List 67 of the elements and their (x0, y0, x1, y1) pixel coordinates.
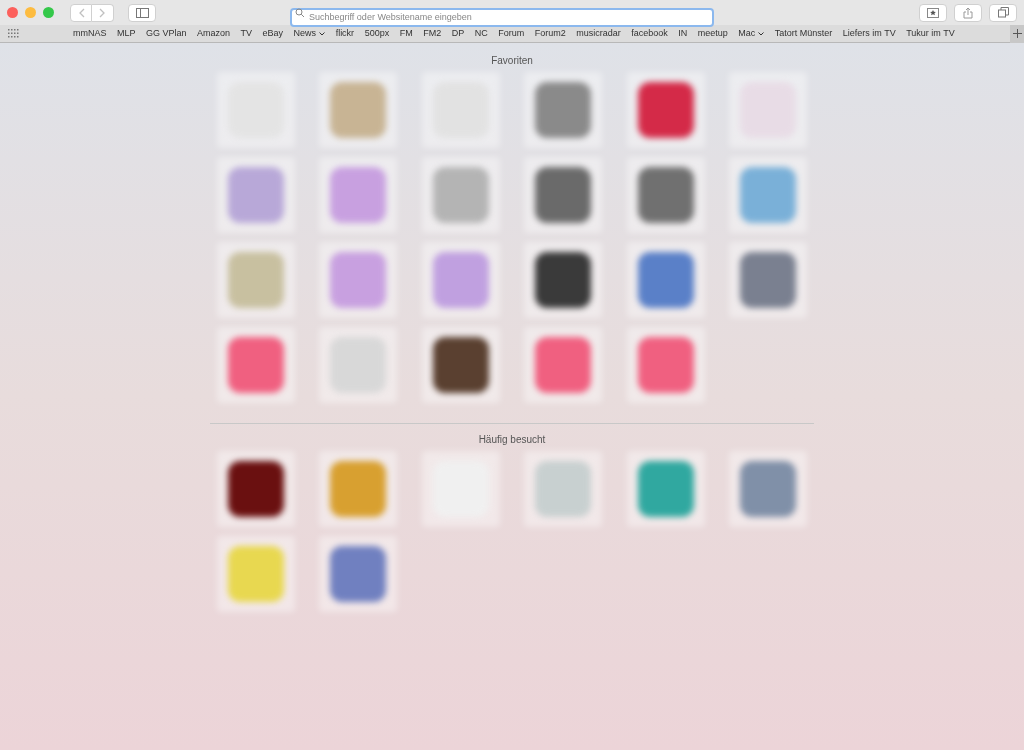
bookmark-folder[interactable]: News (293, 26, 326, 41)
bookmark-link[interactable]: Amazon (197, 26, 231, 41)
site-tile[interactable] (524, 451, 603, 527)
bookmark-link[interactable]: eBay (262, 26, 284, 41)
chevron-icon (758, 31, 765, 36)
share-button[interactable] (954, 3, 982, 22)
bookmark-link[interactable]: IN (678, 26, 688, 41)
star-icon (927, 7, 939, 18)
site-tile[interactable] (524, 327, 603, 403)
site-tile[interactable] (216, 536, 295, 612)
forward-icon (99, 7, 106, 18)
bookmark-link[interactable]: Liefers im TV (842, 26, 896, 41)
section-title: Favoriten (491, 54, 533, 68)
bookmark-link[interactable]: musicradar (576, 26, 621, 41)
bookmark-button[interactable] (919, 3, 947, 22)
sidebar-button[interactable] (128, 3, 156, 22)
bookmark-link[interactable]: FM2 (423, 26, 442, 41)
sidebar-icon (135, 7, 149, 18)
bookmark-link[interactable]: 500px (364, 26, 390, 41)
grid-icon[interactable] (8, 29, 19, 38)
site-tile[interactable] (729, 242, 808, 318)
site-tile[interactable] (216, 327, 295, 403)
back-icon (77, 7, 85, 18)
bookmark-label: News (293, 26, 317, 40)
bookmark-link[interactable]: Forum2 (534, 26, 566, 41)
search-icon (295, 7, 305, 18)
bookmark-link[interactable]: MLP (117, 26, 136, 41)
bookmark-link[interactable]: meetup (697, 26, 728, 41)
bookmark-label: Mac (738, 26, 756, 40)
forward-button[interactable] (92, 3, 114, 22)
site-tile[interactable] (421, 451, 500, 527)
bookmark-link[interactable]: Tatort Münster (774, 26, 833, 41)
chevron-icon (319, 31, 326, 36)
bookmark-link[interactable]: TV (240, 26, 253, 41)
address-field[interactable]: Suchbegriff oder Websitename eingeben (290, 7, 714, 27)
bookmark-link[interactable]: Tukur im TV (906, 26, 955, 41)
bookmark-link[interactable]: FM (399, 26, 413, 41)
share-icon (963, 6, 973, 19)
site-tile[interactable] (421, 242, 500, 318)
bookmark-link[interactable]: DP (451, 26, 465, 41)
tabs-button[interactable] (989, 3, 1017, 22)
bookmark-folder[interactable]: Mac (738, 26, 765, 41)
site-tile[interactable] (524, 242, 603, 318)
tabs-icon (997, 7, 1009, 18)
bookmark-link[interactable]: GG VPlan (146, 26, 187, 41)
site-tile[interactable] (626, 242, 705, 318)
site-tile[interactable] (319, 242, 398, 318)
site-tile[interactable] (626, 327, 705, 403)
site-tile[interactable] (216, 242, 295, 318)
site-tile[interactable] (319, 451, 398, 527)
close-button[interactable] (7, 7, 18, 18)
back-button[interactable] (70, 3, 92, 22)
site-tile[interactable] (319, 536, 398, 612)
minimize-button[interactable] (25, 7, 36, 18)
bookmark-link[interactable]: Forum (498, 26, 525, 41)
bookmark-link[interactable]: NC (474, 26, 488, 41)
bookmark-link[interactable]: facebook (631, 26, 668, 41)
section-title: Häufig besucht (478, 433, 546, 447)
bookmark-link[interactable]: mmNAS (73, 26, 107, 41)
zoom-button[interactable] (43, 7, 54, 18)
site-tile[interactable] (729, 451, 808, 527)
site-tile[interactable] (319, 327, 398, 403)
site-tile[interactable] (216, 451, 295, 527)
site-tile[interactable] (421, 327, 500, 403)
site-tile[interactable] (626, 451, 705, 527)
plus-icon (1012, 29, 1022, 38)
bookmark-link[interactable]: flickr (335, 26, 355, 41)
